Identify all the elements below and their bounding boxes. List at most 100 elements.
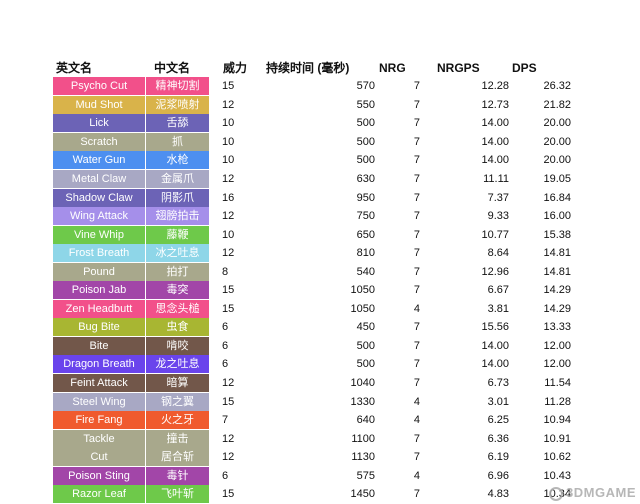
duration-cell: 550 (356, 98, 375, 111)
power-cell: 15 (222, 395, 235, 408)
duration-cell: 650 (356, 228, 375, 241)
table-body: Psycho Cut 精神切割 15 570 7 12.28 26.32 Mud Shot 泥浆… (53, 77, 577, 504)
dps-cell: 10.43 (543, 469, 571, 482)
nrg-cell: 7 (413, 210, 420, 223)
nrgps-cell: 11.11 (483, 173, 509, 185)
english-name-cell: Zen Headbutt (53, 299, 146, 318)
table-header: 英文名 中文名 威力 持续时间 (毫秒) NRG NRGPS DPS (53, 58, 577, 77)
power-cell: 6 (222, 321, 229, 334)
header-dps: DPS (512, 60, 537, 75)
duration-cell: 500 (356, 358, 375, 371)
table-row: Feint Attack 暗算 12 1040 7 6.73 11.54 (53, 374, 577, 393)
chinese-name-cell: 居合斩 (146, 448, 210, 467)
table-row: Mud Shot 泥浆喷射 12 550 7 12.73 21.82 (53, 95, 577, 115)
english-name-cell: Psycho Cut (53, 77, 146, 96)
duration-cell: 575 (356, 469, 375, 482)
dps-cell: 11.28 (544, 395, 571, 408)
nrg-cell: 7 (413, 284, 420, 297)
dps-cell: 11.54 (544, 377, 571, 390)
table-row: Bite 啃咬 6 500 7 14.00 12.00 (53, 336, 577, 356)
nrg-cell: 7 (413, 358, 420, 371)
nrg-cell: 7 (413, 451, 420, 464)
dps-cell: 19.05 (543, 173, 571, 185)
duration-cell: 1330 (350, 395, 375, 408)
dps-cell: 16.00 (543, 210, 571, 223)
duration-cell: 640 (356, 414, 375, 427)
nrg-cell: 4 (413, 414, 420, 427)
nrgps-cell: 15.56 (481, 321, 509, 334)
table-row: Scratch 抓 10 500 7 14.00 20.00 (53, 132, 577, 152)
duration-cell: 500 (356, 339, 375, 352)
dps-cell: 26.32 (543, 80, 571, 93)
table-row: Psycho Cut 精神切割 15 570 7 12.28 26.32 (53, 77, 577, 96)
nrg-cell: 7 (413, 228, 420, 241)
nrg-cell: 7 (413, 98, 420, 111)
chinese-name-cell: 啃咬 (146, 336, 210, 355)
nrgps-cell: 9.33 (487, 210, 509, 223)
dps-cell: 20.00 (543, 154, 571, 167)
dps-cell: 12.00 (543, 358, 571, 371)
table-row: Dragon Breath 龙之吐息 6 500 7 14.00 12.00 (53, 355, 577, 374)
duration-cell: 750 (356, 210, 375, 223)
nrgps-cell: 14.00 (481, 154, 509, 167)
english-name-cell: Cut (53, 448, 146, 467)
nrg-cell: 7 (413, 488, 420, 501)
table-row: Shadow Claw 阴影爪 16 950 7 7.37 16.84 (53, 188, 577, 207)
english-name-cell: Feint Attack (53, 374, 146, 393)
nrg-cell: 7 (413, 191, 420, 204)
chinese-name-cell: 抓 (146, 132, 210, 151)
english-name-cell: Razor Leaf (53, 485, 146, 504)
power-cell: 6 (222, 339, 229, 352)
english-name-cell: Steel Wing (53, 392, 146, 411)
chinese-name-cell: 毒针 (146, 466, 210, 485)
duration-cell: 950 (356, 191, 375, 204)
english-name-cell: Lick (53, 114, 146, 133)
table-row: Bug Bite 虫食 6 450 7 15.56 13.33 (53, 318, 577, 337)
power-cell: 10 (222, 135, 235, 148)
header-english-name: 英文名 (56, 61, 93, 75)
english-name-cell: Frost Breath (53, 244, 146, 263)
dps-cell: 14.81 (543, 247, 571, 260)
nrgps-cell: 8.64 (487, 247, 509, 260)
power-cell: 15 (222, 488, 235, 501)
table-row: Metal Claw 金属爪 12 630 7 11.11 19.05 (53, 170, 577, 189)
nrgps-cell: 6.73 (487, 377, 509, 390)
table-row: Frost Breath 冰之吐息 12 810 7 8.64 14.81 (53, 244, 577, 263)
nrg-cell: 7 (413, 154, 420, 167)
nrg-cell: 4 (413, 395, 420, 408)
english-name-cell: Mud Shot (53, 95, 146, 114)
english-name-cell: Dragon Breath (53, 355, 146, 374)
header-nrg: NRG (379, 60, 406, 75)
chinese-name-cell: 虫食 (146, 318, 210, 337)
power-cell: 12 (222, 173, 235, 185)
chinese-name-cell: 阴影爪 (146, 188, 210, 207)
watermark: 3DMGAME (549, 485, 636, 501)
power-cell: 6 (222, 358, 229, 371)
nrgps-cell: 6.36 (487, 432, 509, 445)
chinese-name-cell: 火之牙 (146, 411, 210, 430)
nrgps-cell: 14.00 (481, 117, 509, 130)
nrgps-cell: 12.96 (481, 265, 509, 278)
nrg-cell: 7 (413, 247, 420, 260)
chinese-name-cell: 精神切割 (146, 77, 210, 96)
duration-cell: 1050 (350, 284, 375, 297)
nrg-cell: 4 (413, 302, 420, 315)
power-cell: 16 (222, 191, 235, 204)
watermark-text: 3DMGAME (566, 485, 636, 501)
nrg-cell: 7 (413, 321, 420, 334)
nrgps-cell: 6.96 (487, 469, 509, 482)
power-cell: 12 (222, 377, 235, 390)
dps-cell: 10.91 (543, 432, 571, 445)
duration-cell: 1050 (350, 302, 375, 315)
duration-cell: 630 (356, 173, 375, 185)
nrgps-cell: 14.00 (481, 339, 509, 352)
english-name-cell: Tackle (53, 429, 146, 448)
nrg-cell: 7 (413, 80, 420, 93)
english-name-cell: Scratch (53, 132, 146, 151)
nrgps-cell: 6.19 (487, 451, 509, 464)
english-name-cell: Fire Fang (53, 411, 146, 430)
english-name-cell: Bug Bite (53, 318, 146, 337)
chinese-name-cell: 钢之翼 (146, 392, 210, 411)
power-cell: 10 (222, 154, 235, 167)
duration-cell: 570 (356, 80, 375, 93)
